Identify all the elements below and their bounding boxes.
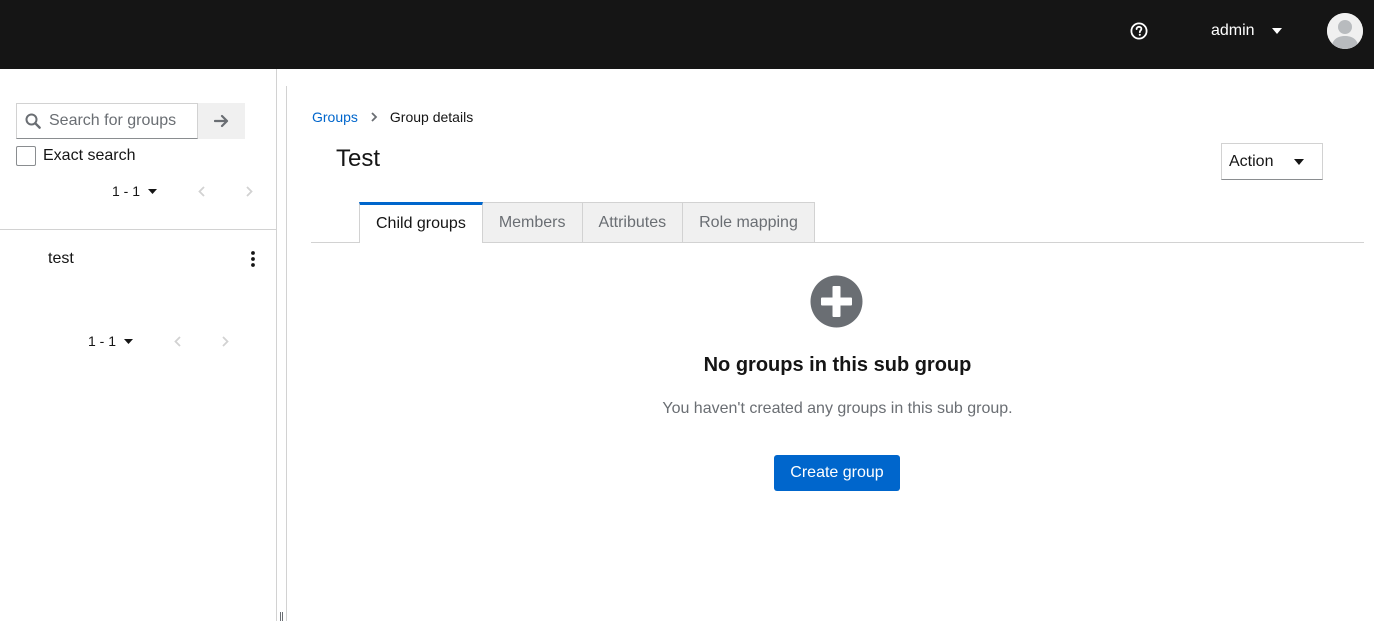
breadcrumb: Groups Group details — [312, 109, 473, 125]
help-button[interactable] — [1128, 20, 1149, 41]
help-circle-icon — [1130, 22, 1147, 39]
pagination-toggle[interactable]: 1 - 1 — [112, 183, 158, 199]
pagination-range: 1 - 1 — [88, 333, 117, 349]
caret-down-icon — [124, 338, 134, 344]
sidebar-divider — [0, 229, 277, 230]
group-list-item[interactable]: test — [0, 241, 277, 277]
exact-search-checkbox[interactable] — [16, 146, 36, 166]
tab-attributes[interactable]: Attributes — [581, 202, 684, 242]
breadcrumb-current: Group details — [389, 109, 474, 125]
splitter-line — [286, 86, 287, 621]
bottom-pagination: 1 - 1 — [88, 329, 237, 353]
group-search-field[interactable] — [16, 103, 198, 139]
next-page-button[interactable] — [213, 329, 237, 353]
chevron-left-icon — [197, 185, 205, 197]
caret-down-icon — [148, 188, 158, 194]
next-page-button[interactable] — [237, 179, 261, 203]
avatar[interactable] — [1327, 13, 1363, 49]
username: admin — [1211, 22, 1255, 39]
groups-sidebar: Exact search 1 - 1 test 1 - 1 — [0, 69, 277, 621]
top-pagination: 1 - 1 — [112, 179, 261, 203]
tab-members[interactable]: Members — [481, 202, 583, 242]
caret-down-icon — [1294, 159, 1304, 165]
search-submit-button[interactable] — [198, 103, 245, 139]
group-name: test — [48, 250, 74, 267]
masthead: admin — [0, 0, 1374, 69]
exact-search-label: Exact search — [43, 147, 136, 164]
arrow-right-icon — [214, 114, 229, 128]
tab-child-groups[interactable]: Child groups — [359, 202, 483, 243]
search-icon — [25, 113, 41, 129]
create-group-button[interactable]: Create group — [774, 455, 900, 491]
chevron-right-icon — [245, 185, 253, 197]
pagination-toggle[interactable]: 1 - 1 — [88, 333, 134, 349]
breadcrumb-groups-link[interactable]: Groups — [312, 109, 358, 125]
empty-state-title: No groups in this sub group — [703, 354, 972, 376]
page-title: Test — [336, 145, 381, 172]
empty-state-body: You haven't created any groups in this s… — [662, 400, 1013, 417]
action-label: Action — [1229, 152, 1274, 170]
kebab-icon — [251, 251, 255, 267]
previous-page-button[interactable] — [189, 179, 213, 203]
caret-down-icon — [1271, 28, 1282, 34]
chevron-right-icon — [371, 112, 378, 122]
group-tabs: Child groups Members Attributes Role map… — [359, 202, 815, 243]
user-avatar-icon — [1327, 13, 1363, 49]
tab-role-mapping[interactable]: Role mapping — [682, 202, 815, 242]
chevron-right-icon — [221, 335, 229, 347]
user-menu-toggle[interactable]: admin — [1200, 18, 1282, 44]
plus-circle-icon — [810, 275, 863, 328]
splitter-handle[interactable] — [280, 612, 285, 621]
search-input[interactable] — [49, 112, 194, 130]
chevron-left-icon — [173, 335, 181, 347]
action-dropdown[interactable]: Action — [1221, 143, 1323, 180]
exact-search-row: Exact search — [16, 146, 135, 166]
group-actions-button[interactable] — [243, 249, 263, 269]
previous-page-button[interactable] — [165, 329, 189, 353]
pagination-range: 1 - 1 — [112, 183, 141, 199]
